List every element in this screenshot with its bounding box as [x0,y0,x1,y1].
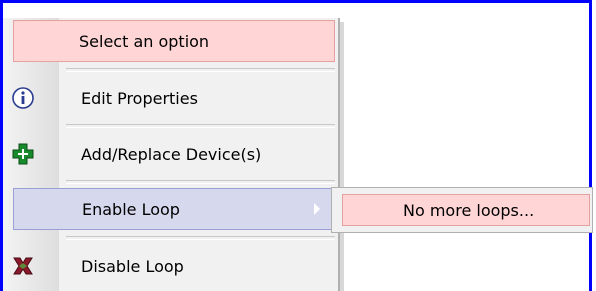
menu-shadow [340,22,344,291]
menu-header-label: Select an option [79,32,210,51]
submenu: No more loops... [331,187,593,233]
green-cross-icon [11,142,35,166]
submenu-item-label: No more loops... [403,201,535,220]
info-icon [11,86,35,110]
menu-separator [66,124,335,128]
menu-item-label: Disable Loop [81,256,184,276]
menu-separator [66,68,335,72]
menu-separator [66,236,335,240]
menu-item-disable-loop[interactable]: Disable Loop [0,246,335,286]
menu-item-edit-properties[interactable]: Edit Properties [0,78,335,118]
menu-item-enable-loop[interactable]: Enable Loop [13,188,335,230]
menu-item-label: Edit Properties [81,88,198,108]
menu-separator [66,180,335,184]
menu-item-label: Add/Replace Device(s) [81,144,262,164]
disconnect-icon [11,254,35,278]
menu-item-label: Enable Loop [82,199,180,219]
menu-header: Select an option [13,20,335,62]
submenu-arrow-icon [314,203,320,215]
submenu-item-no-more-loops[interactable]: No more loops... [342,194,590,226]
menu-item-add-replace-device[interactable]: Add/Replace Device(s) [0,134,335,174]
